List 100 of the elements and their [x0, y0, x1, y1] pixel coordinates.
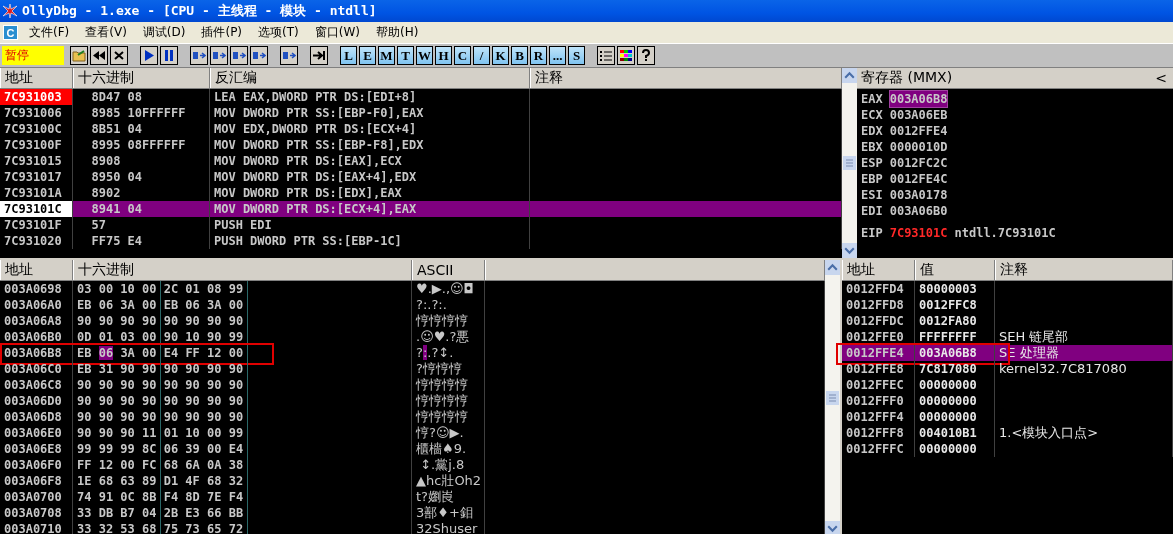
menu-item[interactable]: 窗口(W): [309, 23, 365, 42]
register-value[interactable]: 003A06EB: [889, 107, 948, 123]
step-icon: [212, 49, 226, 62]
toolbar-button[interactable]: [250, 46, 268, 65]
address-cell: 7C931003: [0, 89, 73, 105]
menu-item[interactable]: 查看(V): [80, 23, 132, 42]
address-cell: 003A06A0: [0, 297, 73, 313]
window-button[interactable]: S: [568, 46, 585, 65]
window-button[interactable]: W: [416, 46, 433, 65]
window-button[interactable]: M: [378, 46, 395, 65]
register-value[interactable]: 7C93101C: [889, 225, 948, 241]
address-cell: 7C931015: [0, 153, 73, 169]
window-button[interactable]: K: [492, 46, 509, 65]
toolbar-button[interactable]: [617, 46, 635, 65]
toolbar-button[interactable]: [637, 46, 655, 65]
hex-bytes: 1E 68 63 89 D1 4F 68 32: [77, 474, 244, 488]
play-icon: [142, 49, 156, 62]
address-cell: 7C931020: [0, 233, 73, 249]
address-cell: 003A06F0: [0, 457, 73, 473]
scroll-up-icon[interactable]: [842, 68, 857, 83]
menu-item[interactable]: 插件(P): [196, 23, 248, 42]
scroll-up-icon[interactable]: [825, 260, 840, 275]
scrollbar[interactable]: [825, 260, 840, 534]
window-button[interactable]: R: [530, 46, 547, 65]
column-header[interactable]: 值: [915, 260, 995, 280]
column-header[interactable]: 反汇编: [210, 68, 530, 88]
toolbar-button[interactable]: [190, 46, 208, 65]
toolbar-button[interactable]: [310, 46, 328, 65]
ascii-text: ?悙悙悙: [416, 361, 462, 376]
hex-cell: 8995 08FFFFFF: [73, 137, 210, 153]
hex-bytes: EB 31 90 90 90 90 90 90: [77, 362, 244, 376]
register-value[interactable]: 0000010D: [889, 139, 948, 155]
scroll-down-icon[interactable]: [825, 521, 840, 534]
address-cell: 0012FFEC: [842, 377, 915, 393]
window-button[interactable]: T: [397, 46, 414, 65]
register-name: EIP: [861, 225, 883, 241]
column-header[interactable]: 地址: [842, 260, 915, 280]
column-header[interactable]: 注释: [995, 260, 1173, 280]
column-header[interactable]: 地址: [0, 68, 73, 88]
window-button[interactable]: /: [473, 46, 490, 65]
menu-item[interactable]: 帮助(H): [371, 23, 424, 42]
register-value[interactable]: 003A06B8: [889, 91, 948, 107]
address-cell: 003A06A8: [0, 313, 73, 329]
column-header[interactable]: 十六进制: [73, 68, 210, 88]
window-button[interactable]: B: [511, 46, 528, 65]
register-value[interactable]: 003A06B0: [889, 203, 948, 219]
register-value[interactable]: 0012FC2C: [889, 155, 948, 171]
register-value[interactable]: 0012FE4C: [889, 171, 948, 187]
hex-bytes: 90 90 90 90 90 90 90 90: [77, 314, 244, 328]
close-icon: [112, 49, 126, 62]
window-button[interactable]: H: [435, 46, 452, 65]
column-header[interactable]: ASCII: [412, 260, 485, 280]
toolbar-button[interactable]: [230, 46, 248, 65]
address-cell: 0012FFFC: [842, 441, 915, 457]
scroll-thumb[interactable]: [826, 391, 839, 405]
register-value[interactable]: 0012FFE4: [889, 123, 948, 139]
cpu-window-button[interactable]: C: [3, 25, 18, 40]
toolbar-button[interactable]: [160, 46, 178, 65]
hex-bytes: EB 06 3A 00 EB 06 3A 00: [77, 298, 244, 312]
address-cell: 7C93100F: [0, 137, 73, 153]
value-cell: 0012FA80: [915, 313, 995, 329]
list-icon: [599, 49, 613, 62]
collapse-button[interactable]: <: [1153, 70, 1169, 86]
address-cell: 003A06F8: [0, 473, 73, 489]
register-name: EAX: [861, 91, 883, 107]
ascii-text: ?: [416, 345, 423, 360]
window-button[interactable]: L: [340, 46, 357, 65]
menu-item[interactable]: 选项(T): [253, 23, 304, 42]
scroll-down-icon[interactable]: [842, 243, 857, 258]
toolbar-button[interactable]: [110, 46, 128, 65]
hex-cell: 8908: [73, 153, 210, 169]
menu-item[interactable]: 文件(F): [24, 23, 75, 42]
address-cell: 0012FFF4: [842, 409, 915, 425]
scrollbar[interactable]: [842, 68, 857, 258]
hex-bytes: 33 DB B7 04 2B E3 66 BB: [77, 506, 244, 520]
toolbar-button[interactable]: [597, 46, 615, 65]
ascii-text: ▲hc壯Oh2: [416, 473, 482, 488]
window-button[interactable]: E: [359, 46, 376, 65]
scroll-thumb[interactable]: [843, 156, 856, 170]
window-button[interactable]: ...: [549, 46, 566, 65]
address-cell: 7C93100C: [0, 121, 73, 137]
ascii-text: 櫃檣♠9.: [416, 441, 467, 456]
menu-item[interactable]: 调试(D): [137, 23, 191, 42]
toolbar-button[interactable]: [210, 46, 228, 65]
hex-bytes: 0D 01 03 00 90 10 90 99: [77, 330, 244, 344]
toolbar-button[interactable]: [280, 46, 298, 65]
toolbar-button[interactable]: [70, 46, 88, 65]
jump-icon: [312, 49, 326, 62]
toolbar-button[interactable]: [90, 46, 108, 65]
step-icon: [232, 49, 246, 62]
column-header[interactable]: 地址: [0, 260, 73, 280]
register-comment: ntdll.7C93101C: [954, 225, 1056, 241]
hex-bytes: 90 90 90 90 90 90 90 90: [77, 410, 244, 424]
column-header[interactable]: 十六进制: [73, 260, 412, 280]
ascii-text: 悙悙悙悙: [416, 313, 468, 328]
hex-bytes: 33 32 53 68 75 73 65 72: [77, 522, 244, 534]
address-cell: 003A06B8: [0, 345, 73, 361]
toolbar-button[interactable]: [140, 46, 158, 65]
register-value[interactable]: 003A0178: [889, 187, 948, 203]
window-button[interactable]: C: [454, 46, 471, 65]
